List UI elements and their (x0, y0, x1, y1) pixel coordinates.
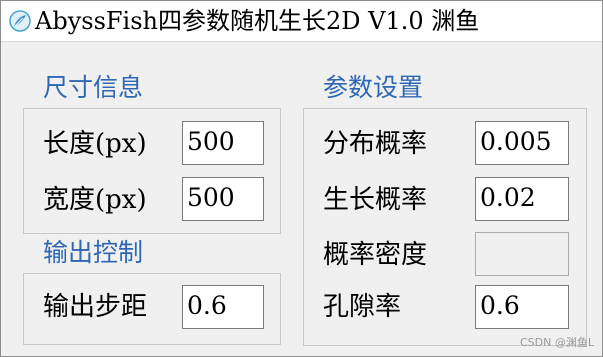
output-group-title: 输出控制 (43, 238, 144, 267)
porosity-label: 孔隙率 (323, 292, 402, 322)
feather-app-icon (9, 10, 31, 32)
size-group-title: 尺寸信息 (43, 73, 144, 102)
params-group-title: 参数设置 (323, 73, 424, 102)
prob-density-input[interactable] (475, 232, 569, 276)
output-step-input[interactable]: 0.6 (182, 285, 264, 329)
window-title: AbyssFish四参数随机生长2D V1.0 渊鱼 (35, 7, 480, 35)
distribution-prob-label: 分布概率 (323, 129, 428, 159)
length-label: 长度(px) (43, 129, 147, 159)
length-input[interactable]: 500 (182, 121, 264, 165)
watermark: CSDN @渊鱼L (520, 336, 594, 349)
output-step-label: 输出步距 (43, 292, 148, 322)
width-input[interactable]: 500 (182, 177, 264, 221)
width-label: 宽度(px) (43, 185, 147, 215)
prob-density-label: 概率密度 (323, 240, 428, 270)
app-window: AbyssFish四参数随机生长2D V1.0 渊鱼 尺寸信息 长度(px) 5… (0, 0, 603, 357)
distribution-prob-input[interactable]: 0.005 (475, 121, 569, 165)
growth-prob-input[interactable]: 0.02 (475, 177, 569, 221)
porosity-input[interactable]: 0.6 (475, 285, 569, 329)
title-bar: AbyssFish四参数随机生长2D V1.0 渊鱼 (1, 1, 602, 42)
growth-prob-label: 生长概率 (323, 185, 428, 215)
